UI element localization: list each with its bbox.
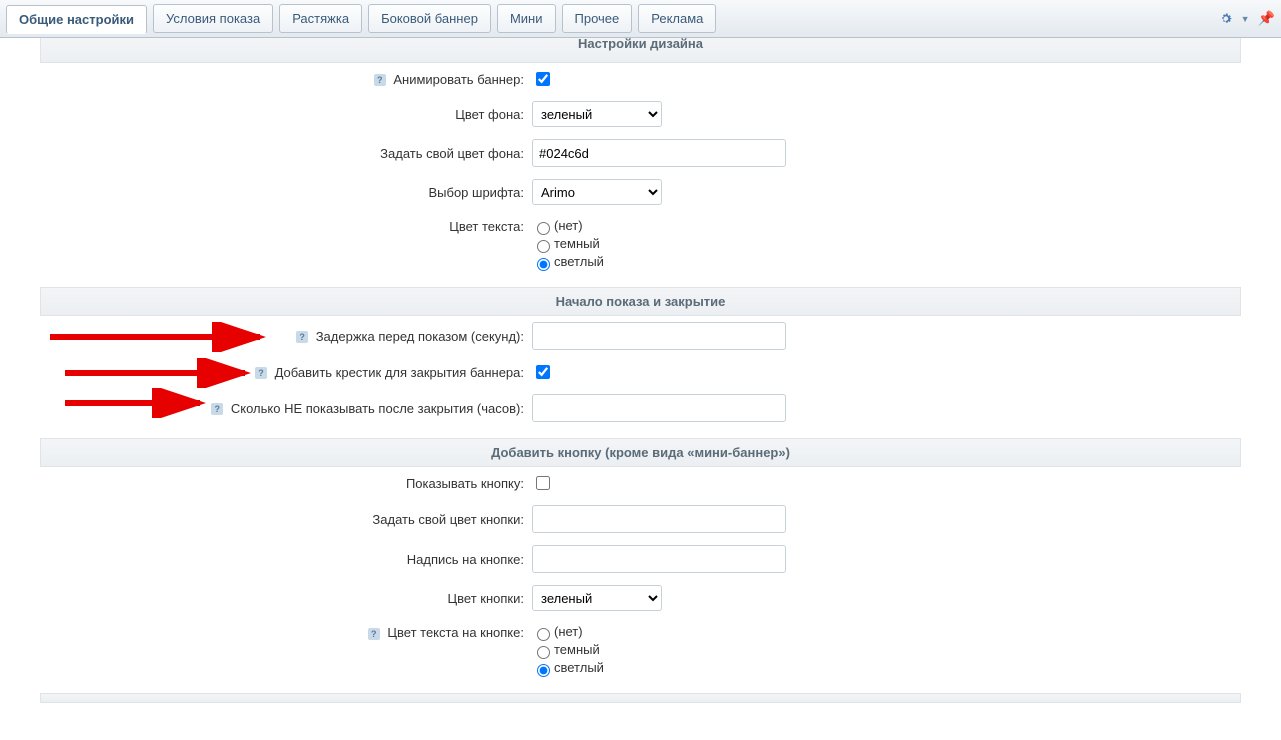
bg-color-select[interactable]: зеленый [532,101,662,127]
text-color-none-label: (нет) [554,218,583,233]
button-text-light-radio[interactable] [537,664,550,677]
delay-input[interactable] [532,322,786,350]
show-button-label: Показывать кнопку: [406,476,524,491]
font-select[interactable]: Arimo [532,179,662,205]
tab-ads[interactable]: Реклама [638,4,716,33]
text-color-dark-radio[interactable] [537,240,550,253]
section-header-design: Настройки дизайна [40,38,1241,63]
button-text-none-label: (нет) [554,624,583,639]
top-toolbar: Общие настройки Условия показа Растяжка … [0,0,1281,38]
tab-misc[interactable]: Прочее [562,4,633,33]
tab-side-banner[interactable]: Боковой баннер [368,4,491,33]
timing-form: ? Задержка перед показом (секунд): ? Доб… [40,316,1241,428]
help-icon[interactable]: ? [374,74,386,86]
button-caption-input[interactable] [532,545,786,573]
tab-conditions[interactable]: Условия показа [153,4,273,33]
button-color-label: Цвет кнопки: [448,591,524,606]
close-x-label: Добавить крестик для закрытия баннера: [275,365,524,380]
custom-button-color-label: Задать свой цвет кнопки: [372,512,524,527]
text-color-none-radio[interactable] [537,222,550,235]
button-text-color-radio-group: (нет) темный светлый [532,623,1237,677]
close-x-checkbox[interactable] [536,365,550,379]
button-caption-label: Надпись на кнопке: [407,552,524,567]
help-icon[interactable]: ? [296,331,308,343]
hide-hours-input[interactable] [532,394,786,422]
section-header-button: Добавить кнопку (кроме вида «мини-баннер… [40,438,1241,467]
show-button-checkbox[interactable] [536,476,550,490]
button-text-color-label: Цвет текста на кнопке: [387,625,524,640]
text-color-light-radio[interactable] [537,258,550,271]
animate-banner-checkbox[interactable] [536,72,550,86]
tab-stretch[interactable]: Растяжка [279,4,362,33]
button-text-dark-radio[interactable] [537,646,550,659]
pin-icon[interactable]: 📌 [1258,10,1275,27]
button-text-none-radio[interactable] [537,628,550,641]
design-form: ? Анимировать баннер: Цвет фона: зеленый… [40,63,1241,277]
help-icon[interactable]: ? [368,628,380,640]
section-header-next [40,693,1241,703]
text-color-dark-label: темный [554,236,600,251]
tab-general[interactable]: Общие настройки [6,5,147,34]
delay-label: Задержка перед показом (секунд): [316,329,524,344]
button-text-light-label: светлый [554,660,604,675]
help-icon[interactable]: ? [211,403,223,415]
animate-banner-label: Анимировать баннер: [393,72,524,87]
section-header-timing: Начало показа и закрытие [40,287,1241,316]
custom-bg-label: Задать свой цвет фона: [380,146,524,161]
button-text-dark-label: темный [554,642,600,657]
custom-bg-input[interactable] [532,139,786,167]
button-form: Показывать кнопку: Задать свой цвет кноп… [40,467,1241,683]
text-color-label: Цвет текста: [449,219,524,234]
custom-button-color-input[interactable] [532,505,786,533]
text-color-radio-group: (нет) темный светлый [532,217,1237,271]
hide-hours-label: Сколько НЕ показывать после закрытия (ча… [231,401,524,416]
button-color-select[interactable]: зеленый [532,585,662,611]
tab-mini[interactable]: Мини [497,4,556,33]
font-label: Выбор шрифта: [428,185,524,200]
gear-icon[interactable] [1219,12,1233,26]
help-icon[interactable]: ? [255,367,267,379]
bg-color-label: Цвет фона: [455,107,524,122]
text-color-light-label: светлый [554,254,604,269]
gear-dropdown-caret[interactable]: ▼ [1241,14,1250,24]
